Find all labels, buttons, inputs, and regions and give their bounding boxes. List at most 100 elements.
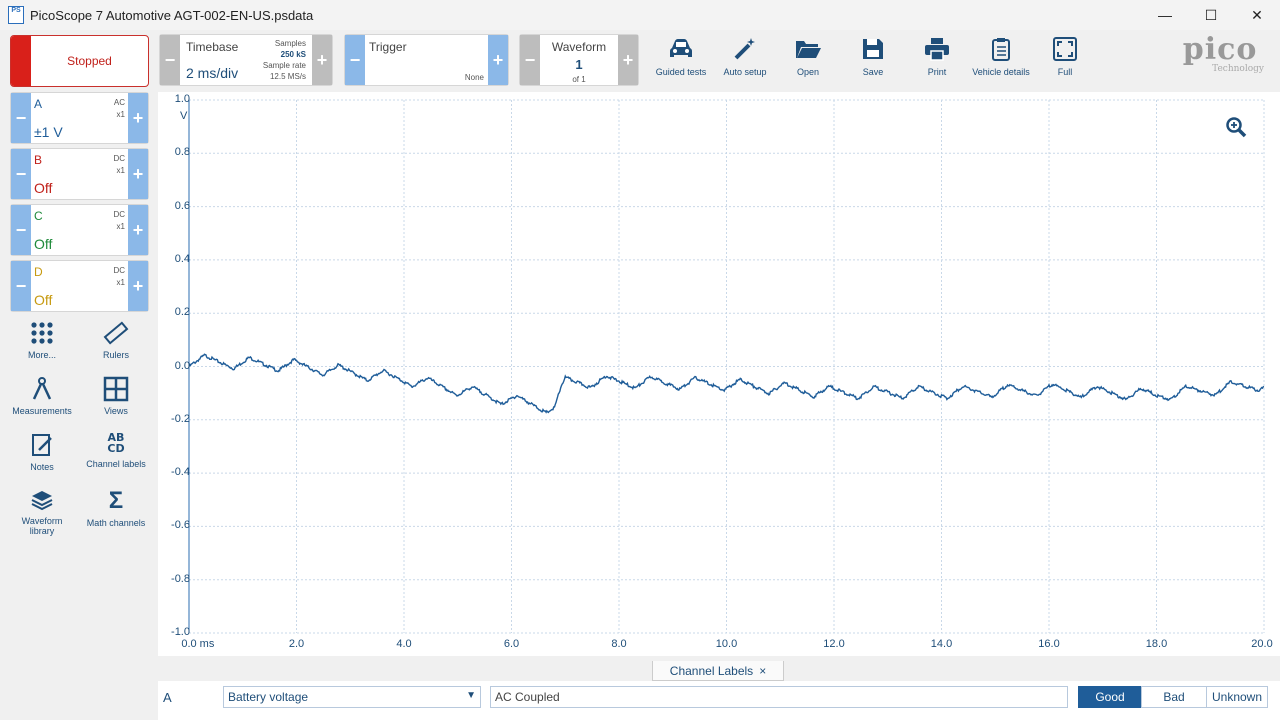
channel-range-increase-button[interactable]: +	[128, 93, 148, 143]
clipboard-icon	[992, 38, 1010, 61]
probe-value: x1	[116, 222, 125, 231]
x-unit-label: ms	[199, 638, 215, 650]
channel-range[interactable]: Off	[34, 236, 52, 252]
notes-button[interactable]: Notes	[10, 432, 74, 472]
math-channels-label: Math channels	[86, 518, 146, 528]
channel-notes-input[interactable]: AC Coupled	[490, 686, 1068, 708]
channel-range-decrease-button[interactable]: −	[11, 93, 31, 143]
auto-setup-label: Auto setup	[723, 67, 767, 77]
unknown-button[interactable]: Unknown	[1206, 686, 1268, 708]
y-tick-label: -0.2	[171, 412, 190, 425]
channel-coupling[interactable]: DC x1	[113, 265, 125, 289]
print-button[interactable]: Print	[905, 36, 969, 77]
probe-value: x1	[116, 110, 125, 119]
coupling-value: DC	[113, 154, 125, 163]
channel-label-channel: A	[163, 690, 172, 705]
close-button[interactable]: ✕	[1234, 0, 1280, 30]
save-label: Save	[862, 67, 884, 77]
channel-range-increase-button[interactable]: +	[128, 205, 148, 255]
views-button[interactable]: Views	[84, 376, 148, 416]
probe-value: x1	[116, 166, 125, 175]
more-button[interactable]: More...	[10, 320, 74, 360]
vehicle-details-label: Vehicle details	[972, 67, 1030, 77]
y-tick-label: -0.4	[171, 466, 190, 479]
guided-tests-button[interactable]: Guided tests	[649, 36, 713, 77]
compass-icon	[32, 377, 52, 400]
maximize-button[interactable]: ☐	[1188, 0, 1234, 30]
channel-range[interactable]: Off	[34, 180, 52, 196]
oscilloscope-plot[interactable]	[158, 92, 1280, 656]
y-tick-label: 0.0	[174, 359, 190, 372]
samples-label: Samples	[274, 39, 306, 48]
print-label: Print	[927, 67, 947, 77]
channel-range-increase-button[interactable]: +	[128, 261, 148, 311]
channel-letter: C	[34, 209, 43, 223]
x-tick-label: 4.0	[396, 638, 412, 650]
channel-range-decrease-button[interactable]: −	[11, 261, 31, 311]
zoom-icon[interactable]	[1224, 115, 1248, 139]
full-screen-button[interactable]: Full	[1033, 36, 1097, 77]
math-channels-button[interactable]: Σ Math channels	[84, 488, 148, 529]
run-state-indicator	[11, 36, 31, 86]
sample-rate-label: Sample rate	[262, 61, 306, 70]
auto-setup-button[interactable]: Auto setup	[713, 36, 777, 77]
waveform-library-button[interactable]: Waveform library	[10, 488, 74, 536]
open-label: Open	[796, 67, 820, 77]
title-bar: PS PicoScope 7 Automotive AGT-002-EN-US.…	[0, 0, 1280, 30]
rulers-button[interactable]: Rulers	[84, 320, 148, 360]
channel-letter: A	[34, 97, 43, 111]
library-books-icon	[31, 491, 53, 511]
coupling-value: DC	[113, 266, 125, 275]
app-window: PS PicoScope 7 Automotive AGT-002-EN-US.…	[0, 0, 1280, 720]
timebase-control: − Timebase 2 ms/div Samples 250 kS Sampl…	[159, 34, 333, 86]
close-tab-icon[interactable]: ×	[759, 664, 766, 678]
channel-coupling[interactable]: DC x1	[113, 153, 125, 177]
trigger-increase-button[interactable]: +	[488, 35, 508, 85]
trigger-decrease-button[interactable]: −	[345, 35, 365, 85]
waveform-next-button[interactable]: +	[618, 35, 638, 85]
trigger-mode[interactable]: None	[465, 73, 484, 82]
channel-c-control: − C DC x1 Off +	[10, 204, 149, 256]
y-tick-label: 0.4	[174, 252, 190, 265]
x-tick-label: 20.0	[1251, 638, 1273, 650]
rulers-label: Rulers	[102, 350, 129, 360]
channel-letter: D	[34, 265, 43, 279]
y-tick-label: -0.8	[171, 572, 190, 585]
channel-coupling[interactable]: DC x1	[113, 209, 125, 233]
channel-coupling[interactable]: AC x1	[114, 97, 125, 121]
channel-range-decrease-button[interactable]: −	[11, 149, 31, 199]
samples-info[interactable]: Samples 250 kS Sample rate 12.5 MS/s	[263, 38, 306, 82]
notes-icon	[32, 434, 52, 456]
waveform-total: of 1	[572, 75, 586, 84]
waveform-previous-button[interactable]: −	[520, 35, 540, 85]
timebase-increase-button[interactable]: +	[312, 35, 332, 85]
good-button[interactable]: Good	[1078, 686, 1142, 708]
bad-button[interactable]: Bad	[1141, 686, 1207, 708]
notes-label: Notes	[30, 462, 54, 472]
timebase-value[interactable]: 2 ms/div	[186, 65, 238, 81]
abcd-icon: AB CD	[107, 431, 125, 455]
vehicle-details-button[interactable]: Vehicle details	[968, 36, 1034, 77]
channel-range-increase-button[interactable]: +	[128, 149, 148, 199]
probe-value: x1	[116, 278, 125, 287]
logo-text: pico	[1182, 32, 1258, 67]
channel-b-control: − B DC x1 Off +	[10, 148, 149, 200]
folder-open-icon	[796, 41, 821, 58]
tab-channel-labels[interactable]: Channel Labels ×	[652, 661, 784, 681]
channel-range[interactable]: Off	[34, 292, 52, 308]
save-button[interactable]: Save	[841, 36, 905, 77]
more-label: More...	[27, 350, 56, 360]
waveform-library-label: Waveform library	[21, 516, 63, 536]
channel-range[interactable]: ±1 V	[34, 124, 63, 140]
channel-range-decrease-button[interactable]: −	[11, 205, 31, 255]
open-button[interactable]: Open	[776, 36, 840, 77]
sample-rate-value: 12.5 MS/s	[269, 72, 306, 81]
measurements-button[interactable]: Measurements	[10, 376, 74, 416]
channel-labels-button[interactable]: AB CD Channel labels	[84, 432, 148, 469]
timebase-decrease-button[interactable]: −	[160, 35, 180, 85]
minimize-button[interactable]: —	[1142, 0, 1188, 30]
run-stop-button[interactable]: Stopped	[10, 35, 149, 87]
channel-label-dropdown[interactable]: Battery voltage ▼	[223, 686, 481, 708]
pico-logo: pico Technology	[1176, 32, 1264, 75]
waveform-current[interactable]: 1	[540, 57, 618, 72]
